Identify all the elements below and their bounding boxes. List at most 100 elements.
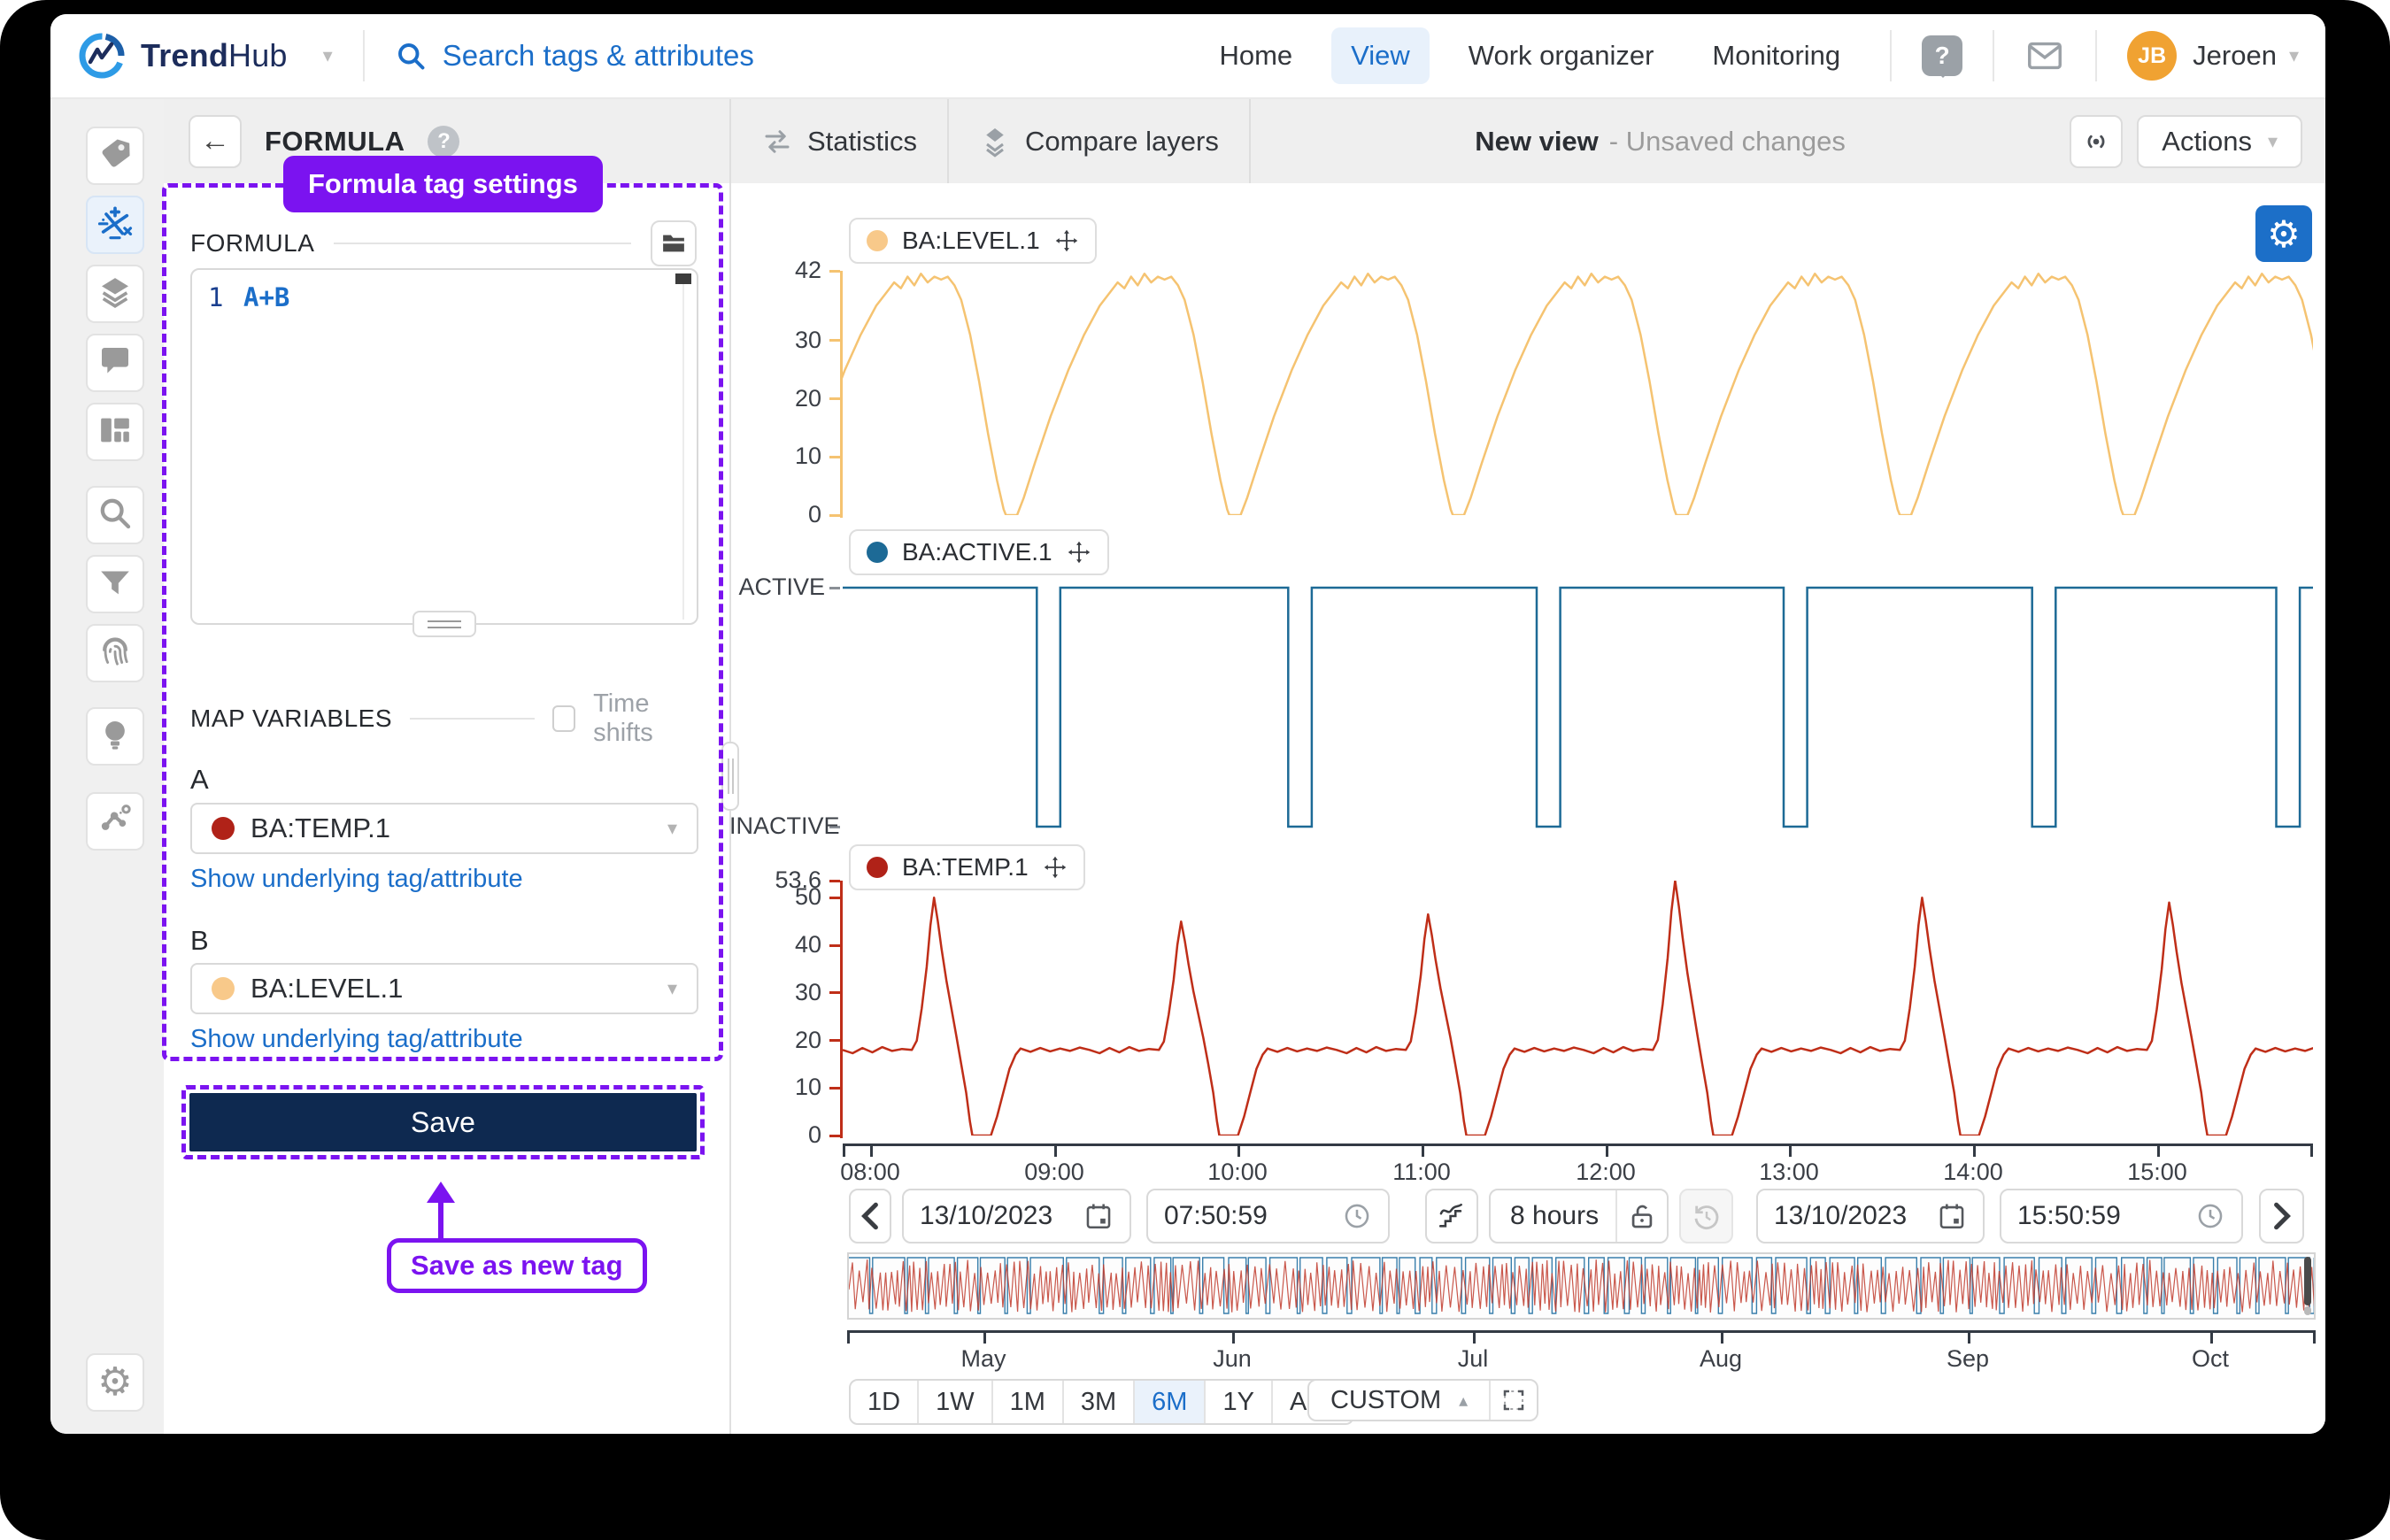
legend-label: BA:TEMP.1 xyxy=(902,853,1029,882)
start-time-field[interactable]: 07:50:59 xyxy=(1146,1189,1390,1244)
sidebar-item-formula[interactable] xyxy=(86,196,144,254)
gear-icon: ⚙ xyxy=(2267,212,2301,256)
editor-scroll-track xyxy=(682,273,684,620)
mail-icon[interactable] xyxy=(2024,35,2065,76)
magnifier-icon xyxy=(97,496,133,535)
sidebar-item-recommendations[interactable] xyxy=(86,707,144,766)
help-icon[interactable]: ? xyxy=(1922,35,1962,76)
variable-a-dropdown[interactable]: BA:TEMP.1 ▾ xyxy=(190,803,698,854)
range-6m[interactable]: 6M xyxy=(1135,1381,1206,1423)
search-input[interactable]: Search tags & attributes xyxy=(395,39,754,73)
user-name[interactable]: Jeroen xyxy=(2193,40,2277,72)
panel-title: FORMULA xyxy=(265,126,405,158)
range-1m[interactable]: 1M xyxy=(993,1381,1064,1423)
sidebar-item-comments[interactable] xyxy=(86,334,144,392)
actions-button[interactable]: Actions ▾ xyxy=(2137,115,2302,168)
temp-plot[interactable] xyxy=(843,881,2313,1136)
brand-logo[interactable]: TrendHub xyxy=(77,31,288,81)
formula-editor[interactable]: 1 A+B xyxy=(190,268,698,625)
sidebar-item-filter[interactable] xyxy=(86,555,144,613)
divider xyxy=(1993,30,1994,81)
month-label: Aug xyxy=(1668,1345,1774,1373)
editor-resize-handle[interactable] xyxy=(412,611,476,637)
sidebar-item-settings[interactable]: ⚙ xyxy=(86,1353,144,1412)
pan-right-button[interactable] xyxy=(2259,1189,2304,1244)
month-tick xyxy=(2313,1333,2316,1344)
show-underlying-link-a[interactable]: Show underlying tag/attribute xyxy=(190,865,523,894)
end-time-field[interactable]: 15:50:59 xyxy=(2000,1189,2243,1244)
y-tick xyxy=(829,339,840,342)
tag-icon xyxy=(97,136,133,176)
divider xyxy=(1890,30,1892,81)
chart-settings-button[interactable]: ⚙ xyxy=(2255,205,2312,262)
lock-duration-button[interactable] xyxy=(1617,1201,1667,1231)
range-1w[interactable]: 1W xyxy=(919,1381,993,1423)
y-tick-label: 10 xyxy=(736,443,821,470)
nav-work-organizer[interactable]: Work organizer xyxy=(1449,27,1674,84)
compare-layers-button[interactable]: Compare layers xyxy=(949,99,1251,183)
avatar[interactable]: JB xyxy=(2127,31,2177,81)
active-plot[interactable] xyxy=(843,582,2313,832)
x-tick xyxy=(2310,1146,2313,1157)
duration-value[interactable]: 8 hours xyxy=(1491,1201,1599,1231)
start-date-field[interactable]: 13/10/2023 xyxy=(902,1189,1131,1244)
y-tick xyxy=(829,1135,840,1137)
time-shifts-checkbox[interactable] xyxy=(552,705,575,732)
save-button[interactable]: Save xyxy=(189,1093,697,1151)
search-placeholder: Search tags & attributes xyxy=(443,39,754,73)
clock-icon xyxy=(2195,1201,2225,1231)
series-color-dot xyxy=(212,977,235,1000)
level-plot[interactable] xyxy=(843,271,2313,515)
brand-caret-icon[interactable]: ▾ xyxy=(323,46,333,65)
compare-across-time-button[interactable] xyxy=(1425,1189,1478,1244)
y-tick-label: 10 xyxy=(736,1074,821,1101)
x-tick xyxy=(1422,1146,1424,1157)
range-1y[interactable]: 1Y xyxy=(1206,1381,1272,1423)
statistics-label: Statistics xyxy=(807,126,917,158)
legend-ba-active[interactable]: BA:ACTIVE.1 xyxy=(849,529,1109,575)
nav-home[interactable]: Home xyxy=(1199,27,1312,84)
move-icon xyxy=(1043,855,1068,880)
sidebar-item-tags[interactable] xyxy=(86,127,144,185)
sidebar-item-context-items[interactable] xyxy=(86,792,144,851)
overview-scroll-thumb[interactable] xyxy=(2304,1306,2311,1315)
legend-label: BA:ACTIVE.1 xyxy=(902,538,1052,566)
range-3m[interactable]: 3M xyxy=(1064,1381,1135,1423)
pan-left-button[interactable] xyxy=(849,1189,891,1244)
editor-scroll-thumb[interactable] xyxy=(675,273,691,284)
overview-selection-handle[interactable] xyxy=(2304,1257,2311,1305)
restore-time-button[interactable] xyxy=(1679,1189,1733,1244)
start-time-value: 07:50:59 xyxy=(1164,1201,1268,1231)
open-saved-formula-button[interactable] xyxy=(651,220,697,266)
start-date-value: 13/10/2023 xyxy=(920,1201,1052,1231)
panel-resize-handle[interactable] xyxy=(721,742,739,811)
actions-caret-icon: ▾ xyxy=(2268,132,2278,151)
series-color-dot xyxy=(867,857,888,878)
x-tick xyxy=(843,1146,845,1157)
legend-ba-temp[interactable]: BA:TEMP.1 xyxy=(849,844,1085,890)
formula-icon xyxy=(97,205,133,245)
context-overview-strip[interactable] xyxy=(847,1252,2316,1320)
nav-view[interactable]: View xyxy=(1331,27,1430,84)
show-underlying-link-b[interactable]: Show underlying tag/attribute xyxy=(190,1025,523,1054)
end-time-value: 15:50:59 xyxy=(2017,1201,2121,1231)
variable-b-dropdown[interactable]: BA:LEVEL.1 ▾ xyxy=(190,963,698,1014)
nav-monitoring[interactable]: Monitoring xyxy=(1692,27,1860,84)
user-menu-caret-icon[interactable]: ▾ xyxy=(2289,46,2299,65)
trend-steps-icon xyxy=(1437,1201,1467,1231)
month-tick xyxy=(2210,1333,2213,1344)
range-1d[interactable]: 1D xyxy=(851,1381,919,1423)
custom-range-button[interactable]: CUSTOM ▴ xyxy=(1309,1381,1491,1420)
sidebar-item-layers[interactable] xyxy=(86,265,144,323)
back-button[interactable]: ← xyxy=(189,115,242,168)
end-date-field[interactable]: 13/10/2023 xyxy=(1756,1189,1985,1244)
legend-ba-level[interactable]: BA:LEVEL.1 xyxy=(849,218,1097,264)
fullscreen-range-button[interactable] xyxy=(1491,1381,1537,1420)
sidebar-item-search[interactable] xyxy=(86,486,144,544)
sidebar-item-fingerprint[interactable] xyxy=(86,624,144,682)
broadcast-button[interactable] xyxy=(2070,115,2123,168)
statistics-button[interactable]: Statistics xyxy=(731,99,949,183)
formula-help-icon[interactable]: ? xyxy=(428,126,459,158)
variable-a-tag: BA:TEMP.1 xyxy=(251,812,390,844)
sidebar-item-layout[interactable] xyxy=(86,403,144,461)
